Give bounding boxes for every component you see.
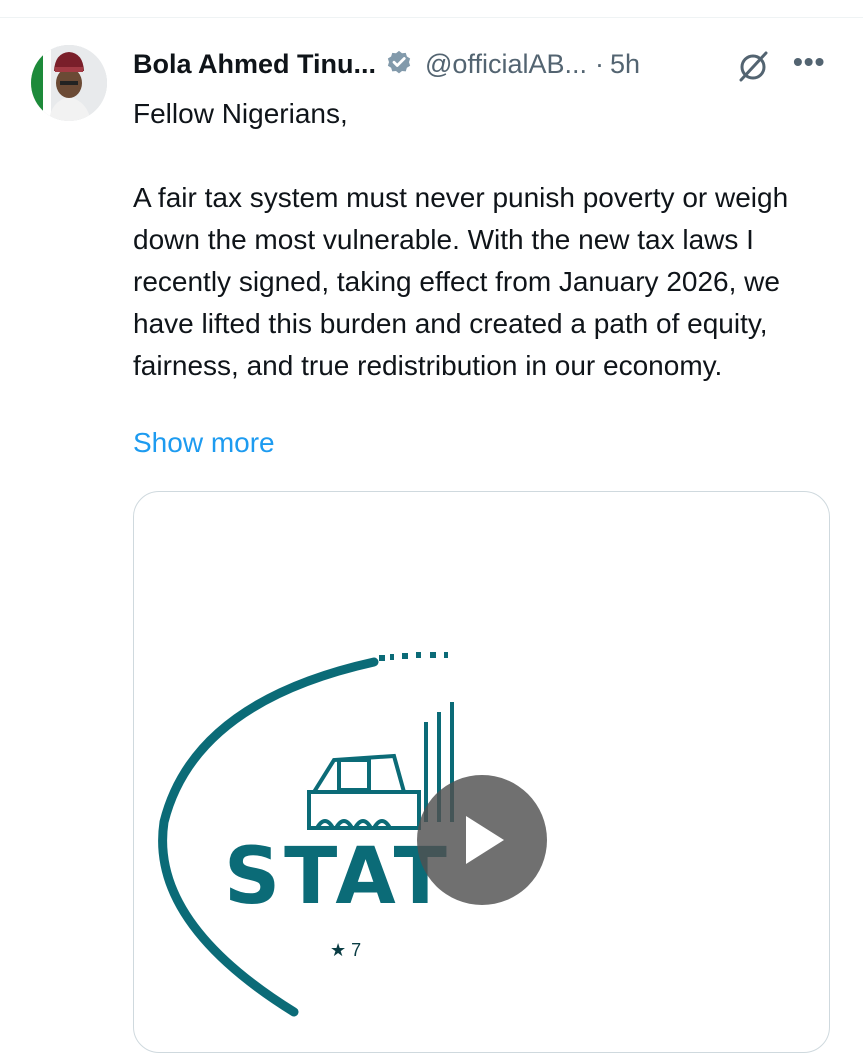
author-name[interactable]: Bola Ahmed Tinu... [133, 49, 376, 80]
show-more-link[interactable]: Show more [133, 427, 275, 459]
tweet-greeting: Fellow Nigerians, [133, 98, 348, 129]
tweet-header: Bola Ahmed Tinu... @officialAB... · 5h •… [133, 42, 833, 86]
separator-dot: · [595, 48, 604, 79]
grok-icon[interactable] [735, 49, 771, 85]
star-caption: ★ 7 [330, 940, 362, 960]
timestamp[interactable]: 5h [610, 49, 640, 80]
verified-badge-icon [384, 49, 414, 79]
tweet-body: A fair tax system must never punish pove… [133, 182, 789, 381]
more-icon[interactable]: ••• [793, 46, 825, 78]
state-house-logo [158, 652, 454, 1017]
top-divider [0, 17, 863, 18]
play-button[interactable] [417, 775, 547, 905]
avatar[interactable] [31, 45, 107, 121]
author-handle[interactable]: @officialAB... [425, 49, 587, 80]
tweet-text: Fellow Nigerians, A fair tax system must… [133, 93, 823, 387]
play-icon [466, 816, 504, 864]
video-media-card[interactable]: STAT ★ 7 [133, 491, 830, 1053]
